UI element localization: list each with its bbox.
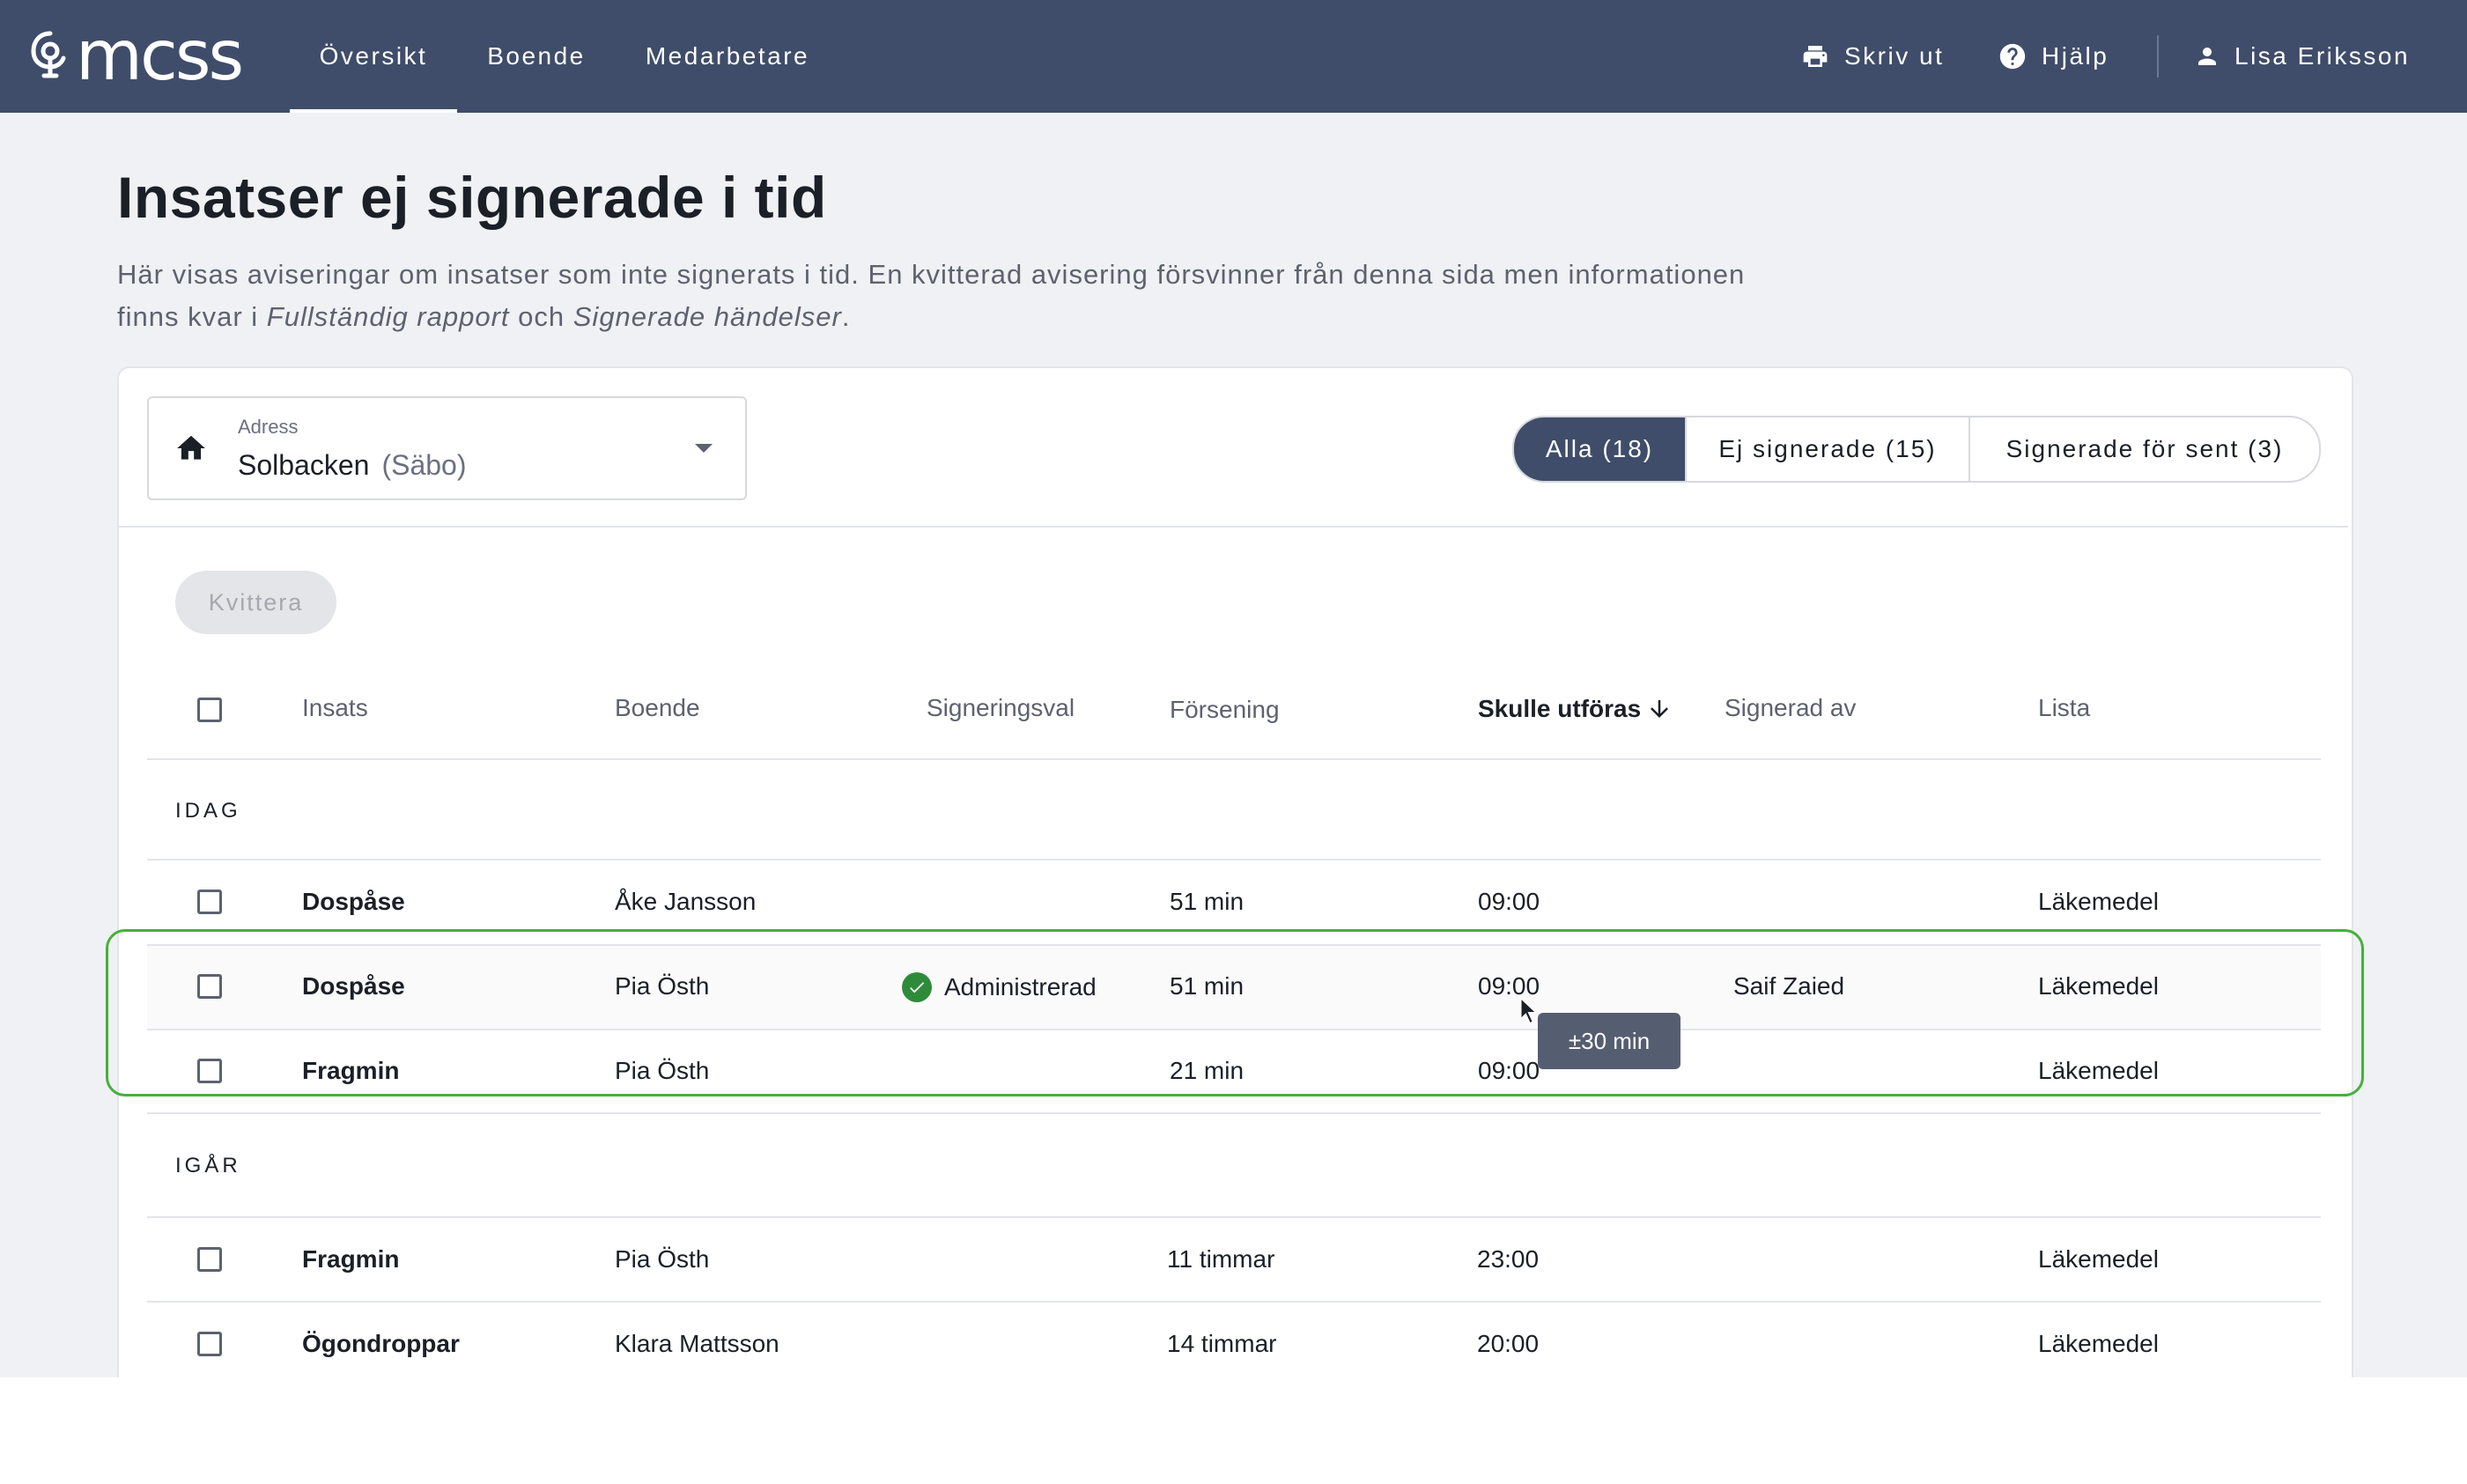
cell-boende: Åke Jansson [615,888,757,915]
highlighted-rows-outline [106,929,2364,1096]
address-name: Solbacken [238,449,370,481]
description-text-and: och [509,301,573,332]
mouse-cursor-icon [1519,996,1539,1025]
print-label: Skriv ut [1844,42,1945,70]
cell-forsening: 51 min [1170,888,1245,915]
cell-lista: Läkemedel [2038,888,2159,915]
column-header-lista[interactable]: Lista [2038,694,2090,722]
user-name: Lisa Eriksson [2234,42,2411,70]
app-window: mcss Översikt Boende Medarbetare Skriv u… [0,0,2467,1377]
nav-tab-medarbetare[interactable]: Medarbetare [631,0,824,113]
printer-icon [1803,46,1828,67]
card-divider [119,526,2348,528]
group-header-igar: IGÅR [175,1154,241,1178]
cell-tid: 09:00 [1478,888,1540,915]
cell-tid: 20:00 [1477,1330,1540,1357]
top-navigation-bar: mcss Översikt Boende Medarbetare Skriv u… [0,0,2467,113]
description-link-full-report: Fullständig rapport [266,301,510,332]
cell-insats: Ögondroppar [302,1330,460,1357]
logo-text: mcss [76,17,244,96]
help-icon [1999,43,2026,70]
row-checkbox[interactable] [197,1332,222,1356]
column-header-skulle-utforas-label: Skulle utföras [1478,695,1642,722]
page-description: Här visas aviseringar om insatser som in… [117,254,1791,338]
home-icon [177,435,205,460]
chevron-down-icon [695,444,713,453]
column-header-boende[interactable]: Boende [615,694,700,722]
print-button[interactable]: Skriv ut [1800,0,1944,113]
mcss-logo[interactable]: mcss [30,17,244,96]
header-divider [147,758,2321,760]
column-header-forsening[interactable]: Försening [1170,696,1280,724]
filter-segmented-control: Alla (18) Ej signerade (15) Signerade fö… [1512,416,2321,483]
content-card [117,366,2353,1377]
cell-forsening: 11 timmar [1167,1245,1275,1273]
filter-all[interactable]: Alla (18) [1514,417,1687,481]
arrow-down-icon [1651,700,1669,718]
user-menu[interactable]: Lisa Eriksson [2194,0,2410,113]
column-header-signerad-av[interactable]: Signerad av [1725,694,1856,722]
page-title: Insatser ej signerade i tid [117,165,827,230]
cell-boende: Pia Östh [615,1245,710,1273]
cell-lista: Läkemedel [2038,1245,2159,1273]
group-header-idag: IDAG [175,799,241,823]
acknowledge-button[interactable]: Kvittera [175,571,336,634]
address-label: Adress [238,416,299,438]
cell-insats: Fragmin [302,1245,400,1273]
select-all-checkbox[interactable] [197,698,222,722]
help-button[interactable]: Hjälp [1998,0,2109,113]
description-link-signed-events: Signerade händelser [572,301,842,332]
column-header-insats[interactable]: Insats [302,694,368,722]
cell-boende: Klara Mattsson [615,1330,779,1357]
nav-divider [2157,35,2159,78]
logo-mark-icon [31,31,66,78]
row-checkbox[interactable] [197,1247,222,1272]
address-select[interactable]: Adress Solbacken (Säbo) [147,396,747,500]
row-divider [147,1301,2321,1303]
cell-tid: 23:00 [1477,1245,1540,1273]
row-divider [147,859,2321,860]
column-header-skulle-utforas[interactable]: Skulle utföras [1478,694,1673,724]
nav-tab-boende[interactable]: Boende [470,0,602,113]
description-end: . [841,301,851,332]
user-icon [2198,48,2216,65]
cell-insats: Dospåse [302,888,405,915]
address-value: Solbacken (Säbo) [238,449,466,482]
help-label: Hjälp [2042,42,2109,70]
filter-not-signed[interactable]: Ej signerade (15) [1687,417,1970,481]
filter-signed-late[interactable]: Signerade för sent (3) [1970,417,2319,481]
row-divider [147,1112,2321,1114]
address-type: (Säbo) [381,449,467,481]
cell-lista: Läkemedel [2038,1330,2159,1357]
row-divider [147,1216,2321,1218]
time-window-tooltip: ±30 min [1538,1013,1680,1069]
column-header-signeringsval[interactable]: Signeringsval [927,694,1075,722]
nav-tab-oversikt[interactable]: Översikt [290,0,457,113]
row-checkbox[interactable] [197,890,222,914]
cell-forsening: 14 timmar [1167,1330,1277,1357]
